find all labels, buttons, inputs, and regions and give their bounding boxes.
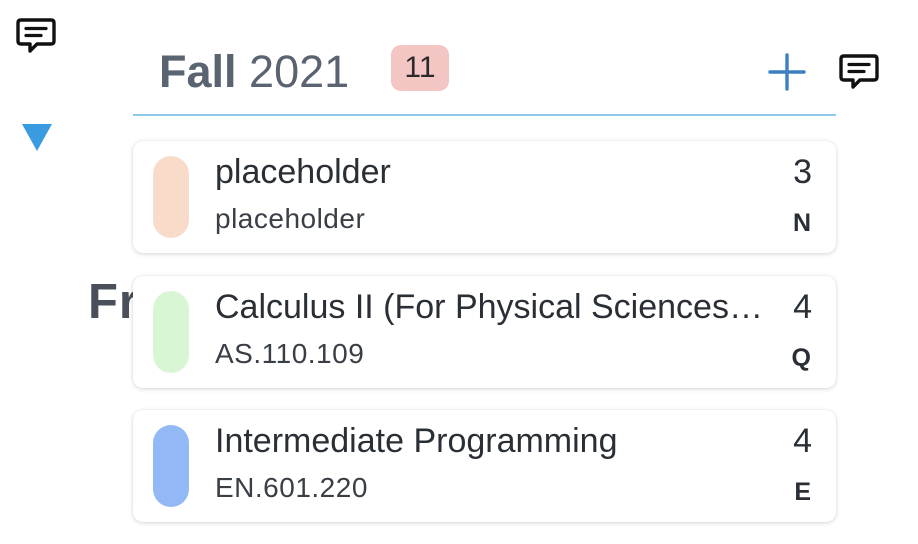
course-name: Intermediate Programming <box>215 422 618 460</box>
course-color-tag <box>153 291 189 373</box>
semester-view: Fr Fall 2021 11 placeholder placeholder … <box>0 0 918 544</box>
course-card[interactable]: Calculus II (For Physical Sciences and E… <box>133 276 836 388</box>
course-code: placeholder <box>215 203 366 234</box>
triangle-down-icon[interactable] <box>20 121 54 153</box>
plus-icon[interactable] <box>767 52 807 92</box>
comment-icon[interactable] <box>14 16 58 56</box>
course-credits: 4 <box>793 422 812 460</box>
course-credits: 4 <box>793 288 812 326</box>
semester-season: Fall <box>159 46 237 97</box>
semester-title: Fall 2021 <box>159 46 349 98</box>
course-color-tag <box>153 425 189 507</box>
course-color-tag <box>153 156 189 238</box>
course-card[interactable]: Intermediate Programming EN.601.220 4 E <box>133 410 836 522</box>
semester-year: 2021 <box>249 46 350 97</box>
course-code: AS.110.109 <box>215 338 365 369</box>
course-area: E <box>794 478 811 506</box>
course-name: Calculus II (For Physical Sciences and E… <box>215 288 770 326</box>
course-code: EN.601.220 <box>215 472 368 503</box>
course-area: Q <box>791 344 811 372</box>
credit-total-badge: 11 <box>391 45 449 91</box>
semester-header: Fall 2021 11 <box>133 40 879 116</box>
course-credits: 3 <box>793 153 812 191</box>
comment-icon[interactable] <box>837 52 881 92</box>
course-card[interactable]: placeholder placeholder 3 N <box>133 141 836 253</box>
course-area: N <box>792 209 811 237</box>
course-name: placeholder <box>215 153 391 191</box>
